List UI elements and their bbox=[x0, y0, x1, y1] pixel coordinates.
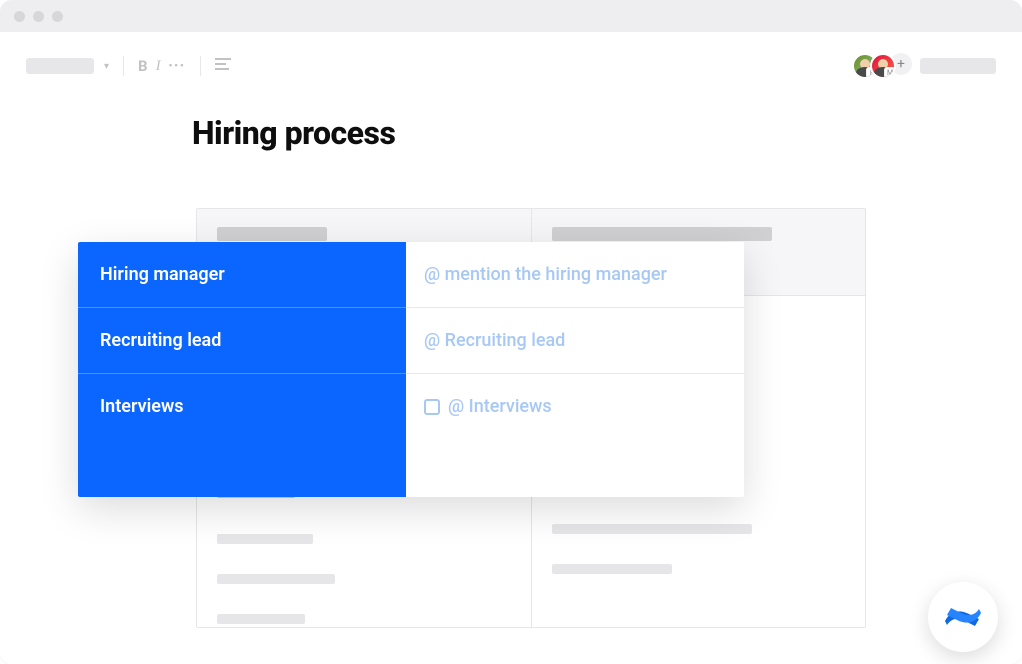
overlay-value-interviews[interactable]: @ Interviews bbox=[406, 374, 744, 497]
confluence-icon bbox=[943, 597, 983, 637]
editor-toolbar: ▾ B I ••• R M + bbox=[0, 52, 1022, 80]
maximize-dot[interactable] bbox=[52, 11, 63, 22]
toolbar-divider bbox=[123, 56, 124, 76]
toolbar-divider bbox=[200, 56, 201, 76]
overlay-table: Hiring manager Recruiting lead Interview… bbox=[78, 242, 744, 497]
avatar[interactable]: M bbox=[870, 53, 896, 79]
overlay-value-recruiting-lead[interactable]: @ Recruiting lead bbox=[406, 308, 744, 374]
overlay-value-hiring-manager[interactable]: @ mention the hiring manager bbox=[406, 242, 744, 308]
italic-button[interactable]: I bbox=[156, 58, 161, 75]
confluence-logo-badge[interactable] bbox=[928, 582, 998, 652]
window-titlebar bbox=[0, 0, 1022, 32]
mention-placeholder: @ Recruiting lead bbox=[424, 330, 565, 351]
overlay-values-column: @ mention the hiring manager @ Recruitin… bbox=[406, 242, 744, 497]
mention-placeholder: @ Interviews bbox=[448, 396, 552, 417]
publish-button[interactable] bbox=[920, 58, 996, 74]
chevron-down-icon: ▾ bbox=[104, 61, 109, 72]
collaborator-avatars: R M + bbox=[852, 53, 912, 79]
close-dot[interactable] bbox=[14, 11, 25, 22]
toolbar-right: R M + bbox=[852, 53, 996, 79]
app-window: ▾ B I ••• R M + bbox=[0, 0, 1022, 664]
bold-button[interactable]: B bbox=[138, 57, 148, 75]
overlay-label-recruiting-lead: Recruiting lead bbox=[78, 308, 406, 374]
mention-placeholder: @ mention the hiring manager bbox=[424, 264, 667, 285]
style-dropdown[interactable] bbox=[26, 58, 94, 74]
more-formatting-button[interactable]: ••• bbox=[169, 61, 186, 72]
overlay-label-interviews: Interviews bbox=[78, 374, 406, 497]
minimize-dot[interactable] bbox=[33, 11, 44, 22]
app-body: ▾ B I ••• R M + bbox=[0, 32, 1022, 664]
page-title[interactable]: Hiring process bbox=[192, 114, 1022, 152]
align-button[interactable] bbox=[215, 57, 231, 76]
checkbox-icon[interactable] bbox=[424, 399, 440, 415]
overlay-label-hiring-manager: Hiring manager bbox=[78, 242, 406, 308]
overlay-labels-column: Hiring manager Recruiting lead Interview… bbox=[78, 242, 406, 497]
